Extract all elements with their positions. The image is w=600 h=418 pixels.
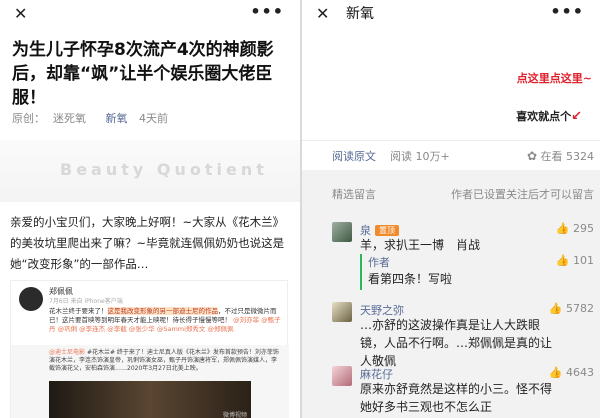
pinned-badge: 置顶 <box>375 225 399 236</box>
flower-icon: ✿ <box>526 149 537 163</box>
click-here-callout: 点这里点这里~ <box>516 72 592 85</box>
left-top-bar: ✕ ••• <box>0 0 300 28</box>
watermark-text: Beauty Quotient <box>60 160 268 179</box>
comments-title: 精选留言 <box>332 188 376 201</box>
comments-note: 作者已设置关注后才可以留言 <box>451 188 594 201</box>
thumbs-up-icon: 👍 <box>548 366 563 379</box>
author-name: 迷死氧 <box>53 112 86 125</box>
account-title: 新氧 <box>346 6 374 22</box>
read-count: 阅读 10万+ <box>390 150 450 163</box>
comment-text: …亦舒的这波操作真是让人大跌眼镜，人品不行啊。…郑佩佩是真的让人敬佩 <box>360 318 553 368</box>
looking-button[interactable]: ✿ 在看 5324 <box>527 148 594 164</box>
comment-like-button[interactable]: 👍 5782 <box>549 302 594 315</box>
weibo-post-time: 7月6日 来自 iPhone客户端 <box>49 298 123 305</box>
commenter-avatar <box>332 366 352 386</box>
reply-like-button[interactable]: 👍 101 <box>556 254 594 267</box>
like-callout: 喜欢就点个↙ <box>516 109 582 124</box>
publish-time: 4天前 <box>139 112 168 125</box>
embedded-weibo-screenshot: 郑佩佩 7月6日 来自 iPhone客户端 花木兰终于要来了！这是我改变形象的另… <box>10 280 289 418</box>
header-image: Beauty Quotient <box>0 140 300 202</box>
article-paragraph: 亲爱的小宝贝们，大家晚上好啊！~大家从《花木兰》的美妆坑里爬出来了嘛？~毕竟就连… <box>10 215 285 271</box>
article-stats-bar: 阅读原文 阅读 10万+ ✿ 在看 5324 <box>302 140 600 170</box>
commenter-avatar <box>332 222 352 242</box>
reply-bar <box>360 254 362 290</box>
right-top-bar: ✕ 新氧 ••• <box>302 0 600 28</box>
article-left-panel: ✕ ••• 为生儿子怀孕8次流产4次的神颜影后，却靠“飒”让半个娱乐圈大佬臣服！… <box>0 0 300 418</box>
comment-text: 羊，求扒王一博 肖战 <box>360 238 481 252</box>
article-tail: 点这里点这里~ 喜欢就点个↙ <box>302 28 600 140</box>
arrow-icon: ↙ <box>571 109 582 124</box>
read-original-link[interactable]: 阅读原文 <box>332 148 376 164</box>
article-right-panel: ✕ 新氧 ••• 点这里点这里~ 喜欢就点个↙ 阅读原文 阅读 10万+ ✿ 在… <box>302 0 600 418</box>
meta-original-label: 原创： 迷死氧 <box>12 112 86 125</box>
more-options-icon[interactable]: ••• <box>250 2 284 22</box>
comment-like-button[interactable]: 👍 295 <box>556 222 594 235</box>
weibo-shared-post: @迪士尼电影 #花木兰# 终于来了！迪士尼真人版《花木兰》发布首款预告！刘亦菲饰… <box>11 345 289 418</box>
comment-text: 原来亦舒竟然是这样的小三。怪不得她好多书三观也不怎么正 <box>360 382 553 414</box>
comment-like-button[interactable]: 👍 4643 <box>549 366 594 379</box>
comments-header: 精选留言 作者已设置关注后才可以留言 <box>332 186 594 202</box>
thumbs-up-icon: 👍 <box>555 254 570 267</box>
video-watermark: 微博视频 <box>222 412 247 418</box>
weibo-avatar <box>19 287 43 311</box>
article-headline: 为生儿子怀孕8次流产4次的神颜影后，却靠“飒”让半个娱乐圈大佬臣服！ <box>12 40 274 108</box>
thumbs-up-icon: 👍 <box>548 302 563 315</box>
thumbs-up-icon: 👍 <box>555 222 570 235</box>
weibo-video-thumbnail: 微博视频 <box>49 381 251 418</box>
article-meta: 原创： 迷死氧 新氧 4天前 <box>12 110 176 126</box>
account-name-link[interactable]: 新氧 <box>106 112 128 125</box>
close-icon[interactable]: ✕ <box>316 4 329 24</box>
close-icon[interactable]: ✕ <box>14 4 27 24</box>
reply-author-name: 作者 <box>368 256 390 269</box>
commenter-avatar <box>332 302 352 322</box>
weibo-highlight: 这是我改变形象的另一部迪士尼的作品 <box>107 307 218 315</box>
more-options-icon[interactable]: ••• <box>550 2 584 22</box>
reply-text: 看第四条！写啦 <box>368 272 453 286</box>
weibo-post-body: 花木兰终于要来了！这是我改变形象的另一部迪士尼的作品，不过只是微微片而已！这片要… <box>49 307 281 333</box>
weibo-shared-text: @迪士尼电影 #花木兰# 终于来了！迪士尼真人版《花木兰》发布首款预告！刘亦菲饰… <box>49 349 279 372</box>
